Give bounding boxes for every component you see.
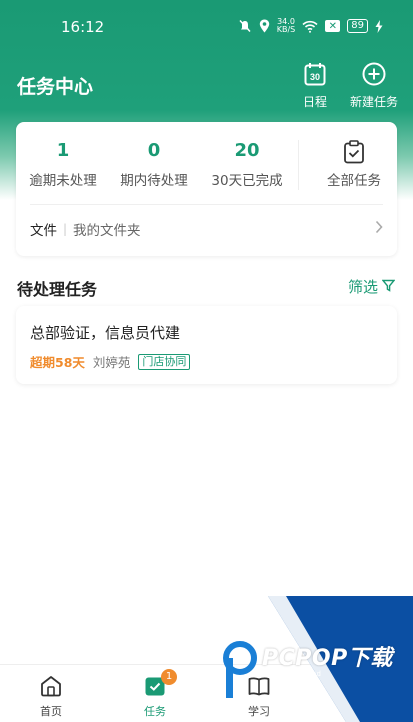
tab-home[interactable]: 首页 xyxy=(21,671,81,719)
status-icons: 34.0 KB/S ✕ 89 xyxy=(238,18,383,34)
filter-button[interactable]: 筛选 xyxy=(347,276,396,297)
all-tasks-label: 全部任务 xyxy=(327,173,381,189)
task-meta: 超期58天 刘婷苑 门店协同 xyxy=(30,352,191,371)
task-check-icon: 1 xyxy=(125,669,185,701)
charging-icon xyxy=(375,19,383,33)
file-label: 文件 xyxy=(30,223,57,239)
schedule-button[interactable]: 30 日程 xyxy=(300,62,330,110)
tab-mine[interactable]: 我的 xyxy=(329,671,389,719)
task-tag: 门店协同 xyxy=(138,353,191,370)
status-time: 16:12 xyxy=(61,18,105,36)
stat-completed-value: 20 xyxy=(234,140,260,161)
speed-unit: KB/S xyxy=(276,25,296,34)
filter-label: 筛选 xyxy=(347,278,378,296)
stat-completed[interactable]: 20 30天已完成 xyxy=(210,140,284,189)
clipboard-check-icon xyxy=(314,140,394,164)
watermark-logo-icon xyxy=(222,640,260,700)
tasks-badge: 1 xyxy=(161,669,177,685)
network-speed: 34.0 KB/S xyxy=(277,18,296,34)
watermark-brand: PCPOP下载 xyxy=(262,646,393,671)
home-icon xyxy=(21,671,81,701)
user-icon xyxy=(329,671,389,701)
folder-label: 我的文件夹 xyxy=(73,223,141,239)
no-sim-icon: ✕ xyxy=(325,20,341,32)
stat-overdue[interactable]: 1 逾期未处理 xyxy=(28,140,98,189)
stat-divider xyxy=(298,140,299,190)
tab-tasks-label: 任务 xyxy=(144,705,166,718)
status-bar: 16:12 34.0 KB/S ✕ 89 xyxy=(0,0,413,56)
stat-pending-value: 0 xyxy=(147,140,161,161)
page-title: 任务中心 xyxy=(17,76,94,98)
task-assignee: 刘婷苑 xyxy=(92,355,131,370)
task-card[interactable]: 总部验证，信息员代建 超期58天 刘婷苑 门店协同 xyxy=(16,306,397,384)
stat-overdue-label: 逾期未处理 xyxy=(29,173,97,189)
battery-level: 89 xyxy=(347,19,368,33)
chevron-right-icon xyxy=(375,220,383,238)
schedule-label: 日程 xyxy=(302,95,327,109)
stat-overdue-value: 1 xyxy=(56,140,70,161)
task-title: 总部验证，信息员代建 xyxy=(30,324,181,342)
tab-home-label: 首页 xyxy=(40,705,62,718)
tab-tasks[interactable]: 1 任务 xyxy=(125,669,185,719)
file-separator: | xyxy=(63,222,68,236)
stat-pending-label: 期内待处理 xyxy=(120,173,188,189)
new-task-button[interactable]: 新建任务 xyxy=(348,62,400,110)
all-tasks-button[interactable]: 全部任务 xyxy=(314,140,394,189)
stat-completed-label: 30天已完成 xyxy=(211,173,283,189)
bottom-tab-bar: 首页 1 任务 学习 我的 xyxy=(0,664,413,722)
summary-card: 1 逾期未处理 0 期内待处理 20 30天已完成 全部任务 文件 | 我的文件… xyxy=(16,122,397,256)
tab-mine-label: 我的 xyxy=(348,705,370,718)
watermark-subtext: PCPOP.Download xyxy=(262,670,321,678)
file-row[interactable]: 文件 | 我的文件夹 xyxy=(30,218,383,240)
wifi-icon xyxy=(302,20,318,33)
location-icon xyxy=(259,19,270,33)
card-divider xyxy=(30,204,383,205)
pending-section-title: 待处理任务 xyxy=(17,280,98,299)
plus-circle-icon xyxy=(362,62,386,89)
bell-muted-icon xyxy=(238,19,252,33)
task-overdue: 超期58天 xyxy=(30,355,85,370)
new-task-label: 新建任务 xyxy=(349,95,398,109)
filter-icon xyxy=(381,278,396,296)
calendar-day: 30 xyxy=(310,72,320,82)
tab-learning-label: 学习 xyxy=(248,705,270,718)
calendar-icon: 30 xyxy=(304,62,326,89)
stat-pending[interactable]: 0 期内待处理 xyxy=(119,140,189,189)
